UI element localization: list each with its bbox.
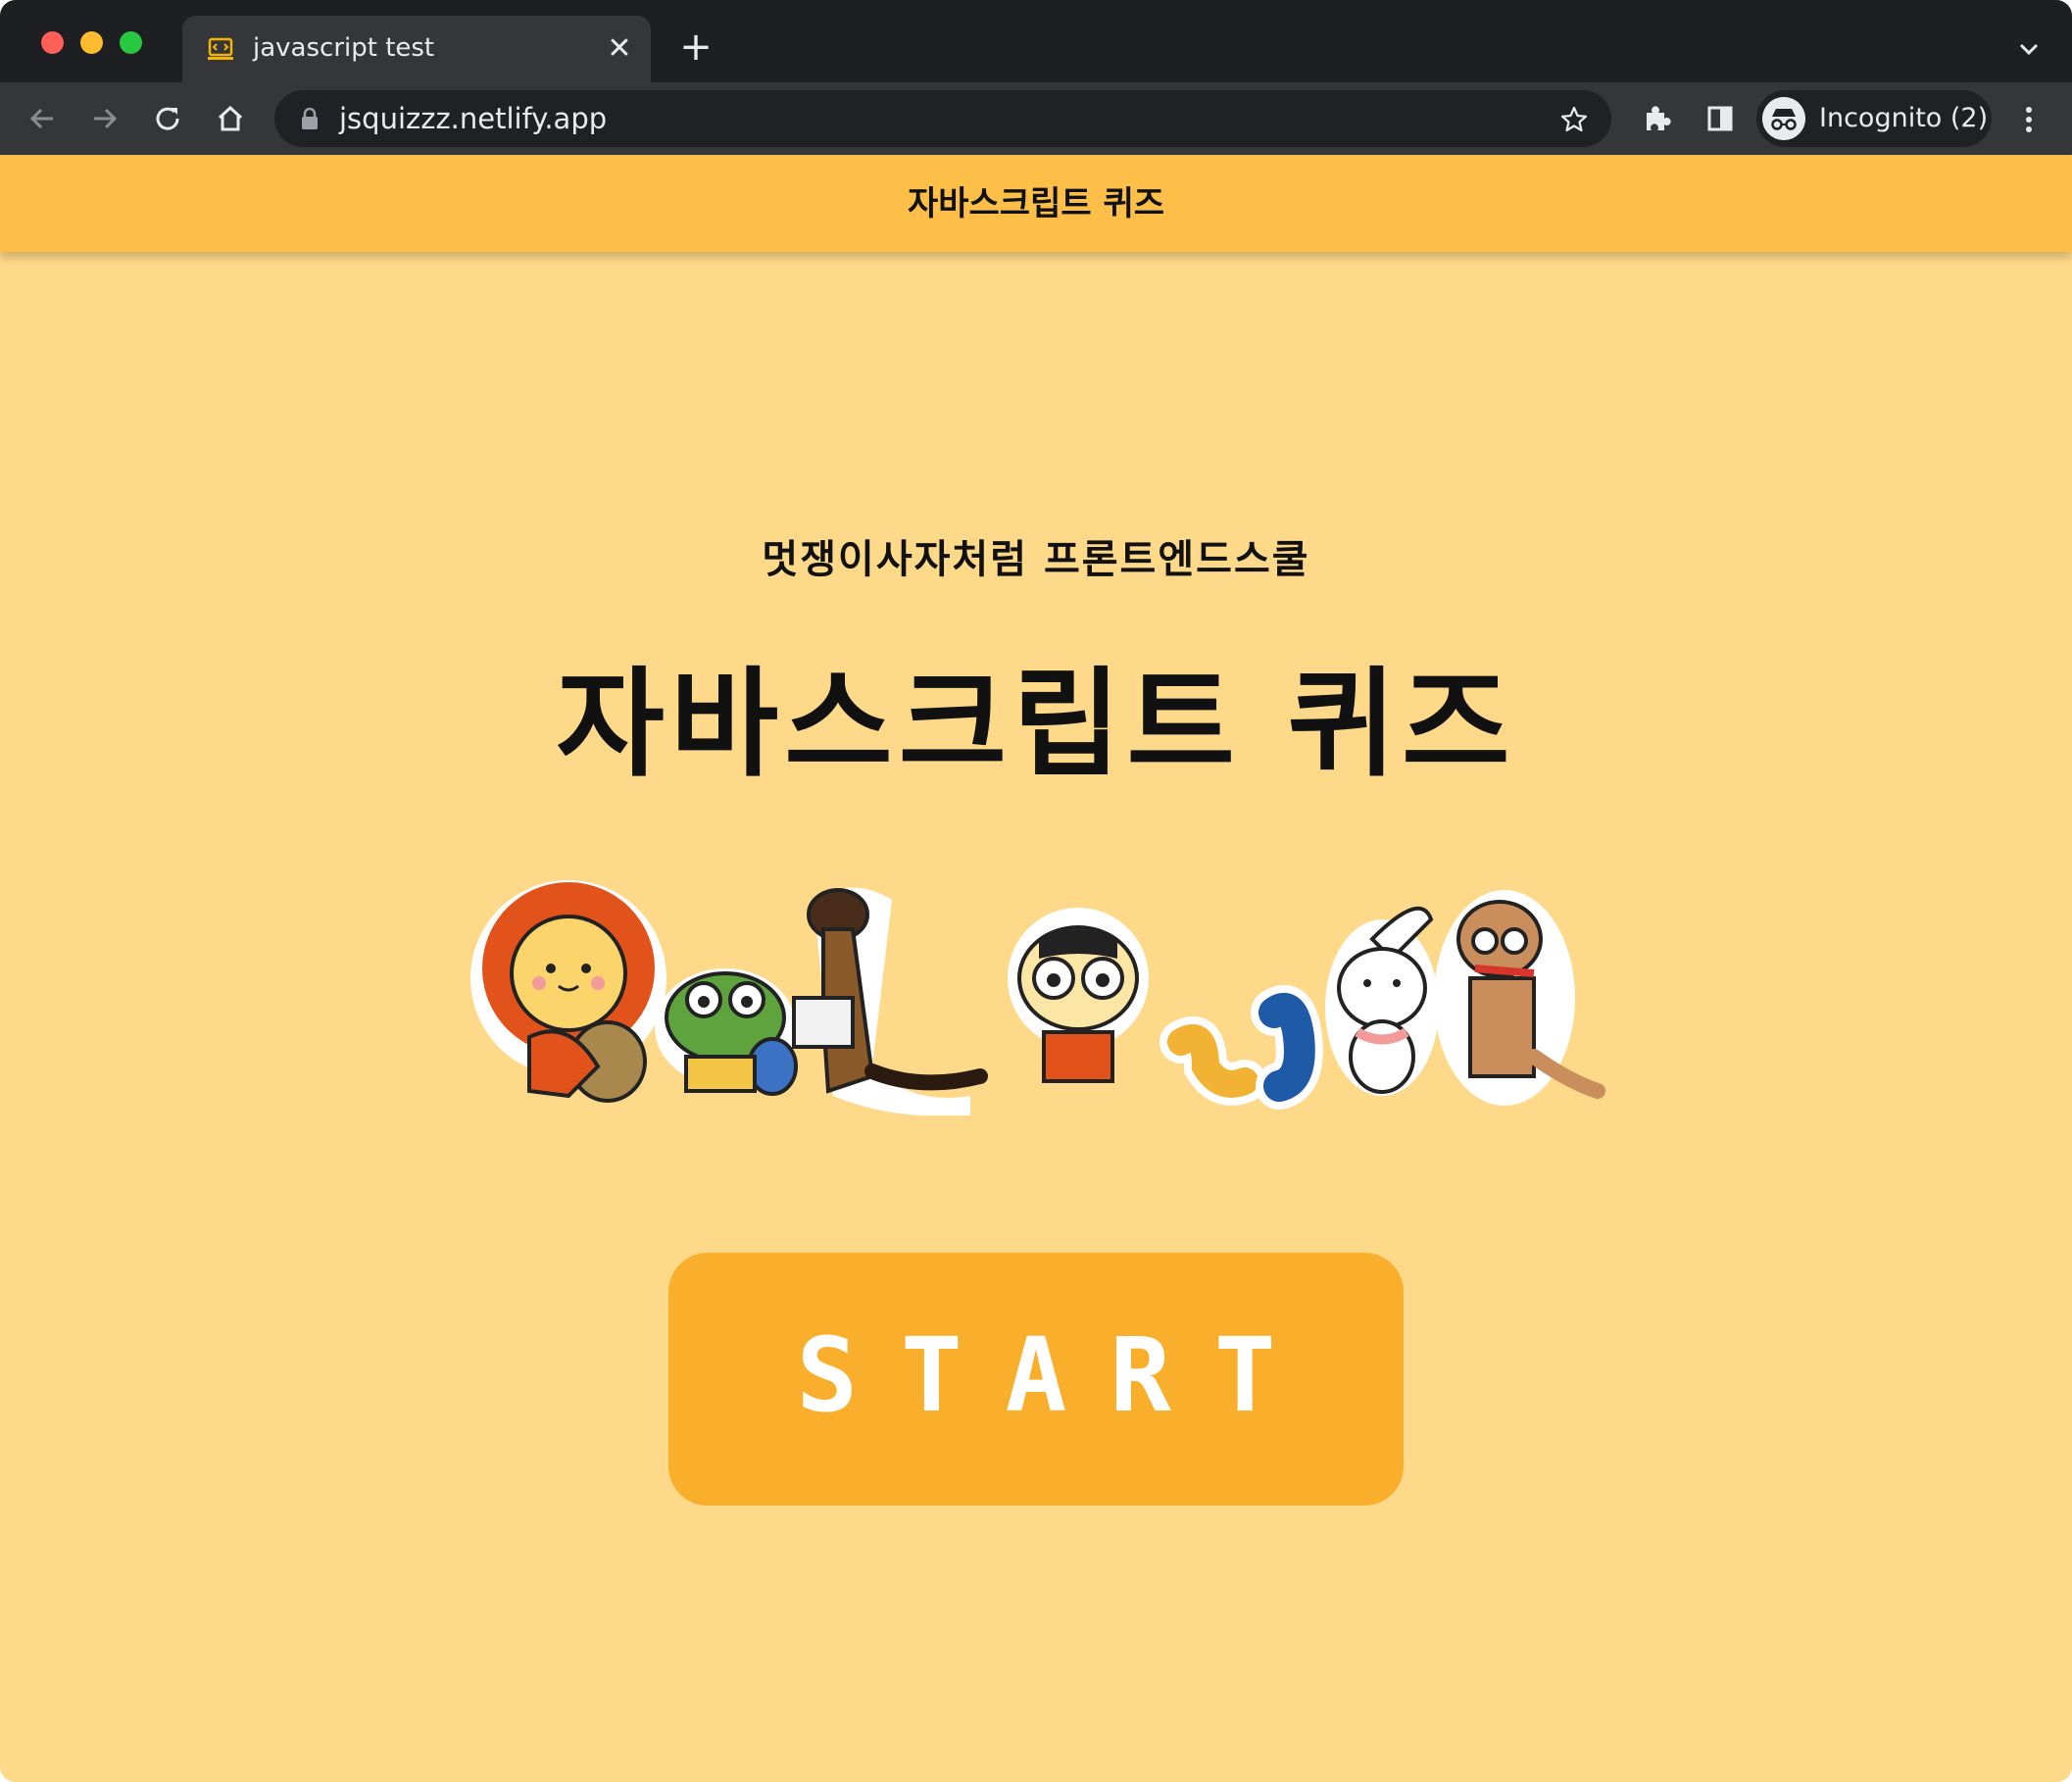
maximize-window-button[interactable]: [120, 31, 142, 54]
bookmark-star-icon[interactable]: [1558, 104, 1590, 135]
hamster-character: [1008, 908, 1149, 1083]
forward-arrow-icon[interactable]: [86, 100, 123, 137]
more-menu-icon[interactable]: [2013, 100, 2045, 139]
worm-characters: [1159, 985, 1323, 1110]
site-header-title: 자바스크립트 퀴즈: [907, 184, 1165, 223]
otter-character: [1434, 890, 1605, 1106]
code-icon: [208, 37, 233, 60]
browser-window: javascript test ✕ + jsquizzz.netlify.app…: [0, 0, 2072, 1782]
lock-icon: [302, 107, 318, 129]
new-tab-button[interactable]: +: [676, 27, 715, 67]
characters-illustration: [470, 880, 1605, 1115]
tab-title: javascript test: [253, 33, 435, 63]
minimize-window-button[interactable]: [80, 31, 103, 54]
incognito-icon: [1762, 97, 1805, 140]
page-subtitle: 멋쟁이사자처럼 프론트엔드스쿨: [762, 537, 1310, 582]
dog-character: [792, 887, 988, 1115]
page-content: 자바스크립트 퀴즈 멋쟁이사자처럼 프론트엔드스쿨 자바스크립트 퀴즈 STAR…: [0, 155, 2072, 1782]
close-window-button[interactable]: [41, 31, 64, 54]
incognito-label: Incognito (2): [1819, 103, 1989, 133]
chevron-down-icon[interactable]: [2013, 33, 2045, 65]
url-text[interactable]: jsquizzz.netlify.app: [339, 101, 607, 136]
start-button-label: START: [796, 1315, 1319, 1435]
address-bar[interactable]: jsquizzz.netlify.app: [274, 90, 1611, 147]
back-arrow-icon[interactable]: [24, 100, 61, 137]
frog-character: [655, 968, 798, 1096]
tab-close-icon[interactable]: ✕: [604, 33, 635, 65]
extensions-puzzle-icon[interactable]: [1639, 100, 1676, 137]
side-panel-icon[interactable]: [1702, 100, 1739, 137]
browser-toolbar: jsquizzz.netlify.app Incognito (2): [0, 82, 2072, 155]
page-title: 자바스크립트 퀴즈: [556, 657, 1516, 793]
incognito-profile-button[interactable]: Incognito (2): [1756, 90, 1992, 147]
home-icon[interactable]: [212, 100, 249, 137]
browser-tab[interactable]: javascript test ✕: [182, 16, 651, 82]
lion-character: [470, 880, 666, 1103]
rabbit-character: [1325, 906, 1439, 1096]
reload-icon[interactable]: [149, 100, 186, 137]
site-header: 자바스크립트 퀴즈: [0, 155, 2072, 252]
start-button[interactable]: START: [668, 1253, 1404, 1506]
tab-strip: javascript test ✕ +: [0, 0, 2072, 82]
